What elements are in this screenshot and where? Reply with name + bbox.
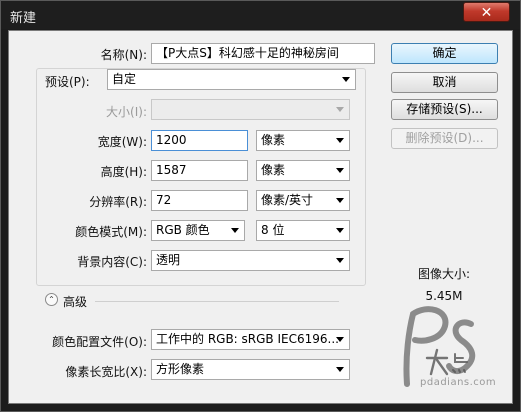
background-value: 透明 — [156, 253, 181, 267]
height-label: 高度(H): — [100, 165, 147, 179]
width-input[interactable]: 1200 — [151, 130, 248, 151]
color-mode-label: 颜色模式(M): — [75, 225, 147, 239]
resolution-unit-value: 像素/英寸 — [261, 193, 314, 207]
height-unit-select[interactable]: 像素 — [256, 160, 350, 181]
preset-value: 自定 — [112, 72, 137, 86]
preset-select[interactable]: 自定 — [107, 69, 356, 90]
color-profile-select[interactable]: 工作中的 RGB: sRGB IEC6196... — [151, 329, 350, 350]
background-select[interactable]: 透明 — [151, 250, 350, 271]
bit-depth-select[interactable]: 8 位 — [256, 220, 350, 241]
pixel-aspect-label: 像素长宽比(X): — [65, 365, 147, 379]
size-select — [151, 99, 350, 120]
width-unit-select[interactable]: 像素 — [256, 130, 350, 151]
advanced-divider — [95, 301, 339, 302]
double-chevron-up-icon[interactable]: ⌃ — [45, 293, 58, 306]
chevron-down-icon — [336, 107, 344, 112]
width-unit-value: 像素 — [261, 133, 286, 147]
chevron-down-icon — [336, 228, 344, 233]
color-profile-label: 颜色配置文件(O): — [52, 335, 147, 349]
dialog-body: 名称(N): 【P大点S】科幻感十足的神秘房间 预设(P): 自定 大小(I):… — [8, 30, 513, 404]
resolution-label: 分辨率(R): — [89, 195, 147, 209]
color-mode-value: RGB 颜色 — [156, 223, 210, 237]
pixel-aspect-select[interactable]: 方形像素 — [151, 359, 350, 380]
chevron-down-icon — [336, 258, 344, 263]
pixel-aspect-value: 方形像素 — [156, 362, 205, 376]
color-mode-select[interactable]: RGB 颜色 — [151, 220, 245, 241]
chevron-down-icon — [231, 228, 239, 233]
preset-label: 预设(P): — [45, 75, 90, 89]
image-size-label: 图像大小: — [417, 267, 471, 281]
chevron-down-icon — [336, 367, 344, 372]
chevron-down-icon — [336, 337, 344, 342]
size-label: 大小(I): — [106, 105, 147, 119]
chevron-down-icon — [336, 138, 344, 143]
delete-preset-button: 删除预设(D)... — [391, 128, 498, 149]
height-input[interactable]: 1587 — [151, 160, 248, 181]
close-button[interactable]: ✕ — [463, 2, 510, 22]
bit-depth-value: 8 位 — [261, 223, 285, 237]
chevron-down-icon — [336, 168, 344, 173]
ok-button[interactable]: 确定 — [391, 43, 498, 64]
title-bar[interactable]: 新建 ✕ — [1, 1, 520, 29]
advanced-label[interactable]: 高级 — [63, 293, 87, 310]
background-label: 背景内容(C): — [77, 255, 147, 269]
height-unit-value: 像素 — [261, 163, 286, 177]
resolution-input[interactable]: 72 — [151, 190, 248, 211]
resolution-unit-select[interactable]: 像素/英寸 — [256, 190, 350, 211]
cancel-button[interactable]: 取消 — [391, 72, 498, 93]
dialog-title: 新建 — [10, 11, 37, 26]
new-document-dialog: 新建 ✕ 名称(N): 【P大点S】科幻感十足的神秘房间 预设(P): 自定 大… — [0, 0, 521, 412]
chevron-down-icon — [336, 198, 344, 203]
width-label: 宽度(W): — [97, 135, 147, 149]
watermark-site: pdadians.com — [420, 377, 497, 388]
name-input[interactable]: 【P大点S】科幻感十足的神秘房间 — [151, 43, 375, 64]
color-profile-value: 工作中的 RGB: sRGB IEC6196... — [156, 332, 339, 346]
chevron-down-icon — [342, 77, 350, 82]
save-preset-button[interactable]: 存储预设(S)... — [391, 99, 498, 120]
name-label: 名称(N): — [100, 48, 147, 62]
